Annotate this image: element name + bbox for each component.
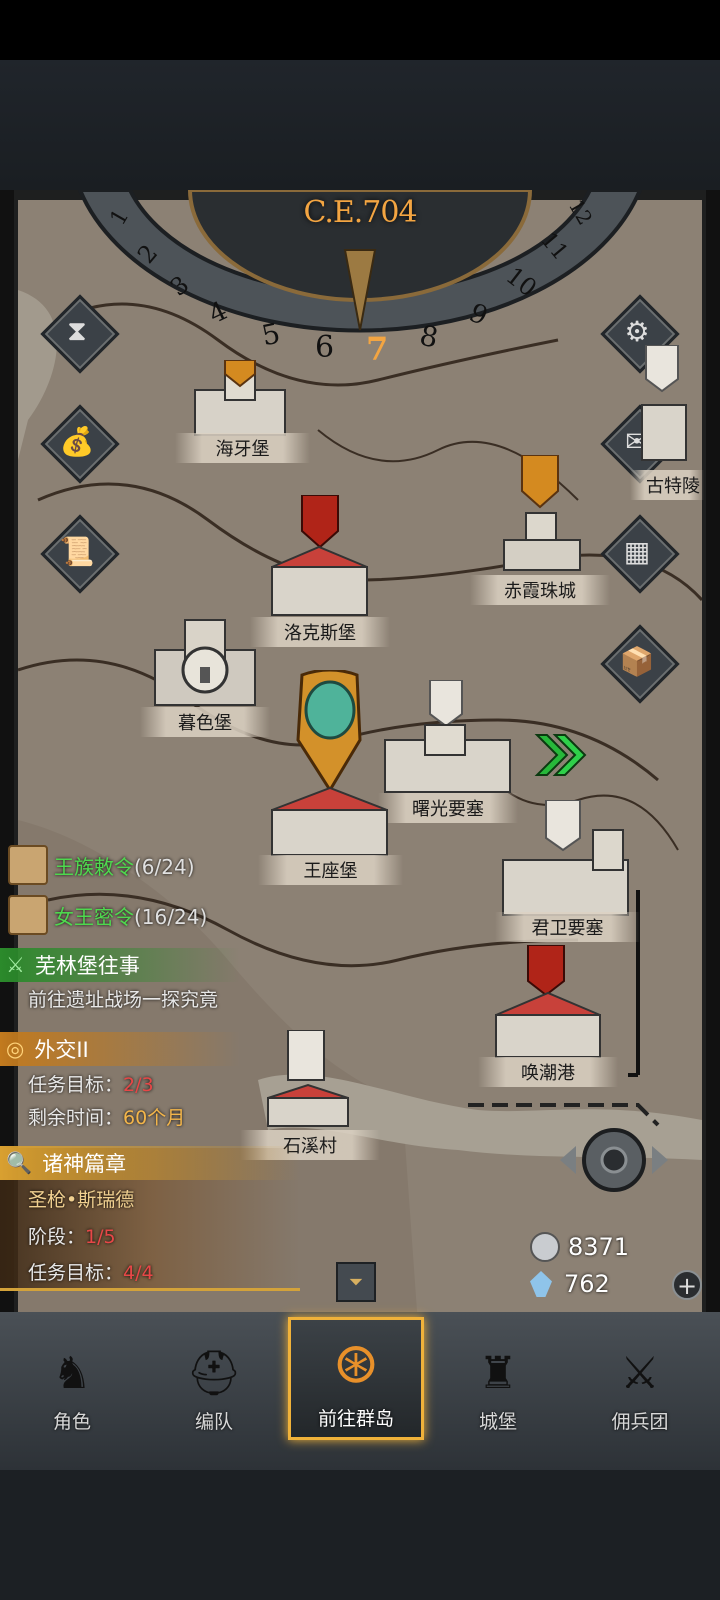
add-resource-button[interactable]: +: [672, 1270, 702, 1300]
location-label-huanchao[interactable]: 唤潮港: [478, 1057, 618, 1087]
castle-chixia[interactable]: [498, 455, 588, 575]
tab-character[interactable]: ♞ 角色: [4, 1317, 140, 1440]
bottom-nav-band: [0, 1470, 720, 1600]
castle-luokesi[interactable]: [262, 495, 377, 620]
hourglass-icon: ⧗: [67, 314, 87, 347]
knight-icon: ♞: [52, 1348, 92, 1399]
supplies-button[interactable]: 📦: [600, 624, 680, 704]
grid-button[interactable]: ▦: [600, 514, 680, 594]
quest-royal-decree[interactable]: 王族敕令(6/24): [0, 845, 195, 885]
crossed-swords-icon: ⚔: [6, 953, 25, 977]
castle-gute[interactable]: [638, 345, 688, 465]
castle-icon: ♜: [478, 1348, 518, 1399]
chevron-down-icon: ⏷: [348, 1271, 364, 1293]
era-year: C.E.704: [303, 195, 417, 230]
sword-banner-icon: ⚔: [620, 1348, 660, 1399]
task-gods-hero: 圣枪•斯瑞德: [28, 1189, 135, 1211]
castle-wangzuo[interactable]: [262, 670, 397, 860]
grid-icon: ▦: [623, 534, 651, 568]
quest-title: 女王密令(16/24): [54, 904, 208, 929]
silver-coin-icon: [530, 1232, 560, 1262]
target-icon: ◎: [6, 1037, 25, 1061]
quest-title: 王族敕令(6/24): [54, 854, 195, 879]
header-band: [0, 60, 720, 190]
tab-islands[interactable]: ⊛ 前往群岛: [288, 1317, 424, 1440]
month-7-current: 7: [366, 330, 389, 368]
task-diplomacy-time: 剩余时间：60个月: [28, 1107, 186, 1129]
tab-label: 城堡: [478, 1411, 517, 1433]
hourglass-button[interactable]: ⧗: [40, 294, 120, 374]
location-label-luokesi[interactable]: 洛克斯堡: [250, 617, 390, 647]
quest-queen-secret[interactable]: 女王密令(16/24): [0, 895, 207, 935]
task-gods-header[interactable]: 🔍 诸神篇章: [0, 1146, 300, 1180]
location-label-wangzuo[interactable]: 王座堡: [258, 855, 403, 885]
money-bag-icon: 💰: [59, 424, 95, 458]
castle-junwei[interactable]: [498, 800, 633, 920]
task-gods-goal: 任务目标：4/4: [28, 1262, 154, 1284]
supplies-icon: 📦: [619, 644, 655, 678]
location-label-muse[interactable]: 暮色堡: [140, 707, 270, 737]
task-story-title: 芜林堡往事: [34, 954, 140, 978]
compass-map-icon: ⊛: [332, 1331, 380, 1396]
tab-label: 佣兵团: [611, 1411, 669, 1433]
castle-muse-locked[interactable]: [150, 615, 260, 710]
scroll-button[interactable]: 📜: [40, 514, 120, 594]
tab-label: 前往群岛: [317, 1408, 394, 1430]
castle-huanchao[interactable]: [488, 945, 608, 1060]
green-chevron-icon[interactable]: [533, 730, 589, 780]
helmet-icon: ⛑: [186, 1348, 242, 1399]
task-gods-stage: 阶段：1/5: [28, 1226, 116, 1248]
collapse-button[interactable]: ⏷: [336, 1262, 376, 1302]
scroll-icon: [8, 895, 48, 935]
magnifier-icon: 🔍: [6, 1150, 33, 1175]
tab-mercenary[interactable]: ⚔ 佣兵团: [572, 1317, 708, 1440]
crystal-resource: 762: [530, 1270, 610, 1298]
castle-haiya[interactable]: [185, 360, 295, 440]
crystal-amount: 762: [564, 1270, 610, 1298]
castle-shixi[interactable]: [258, 1030, 358, 1130]
location-label-gute[interactable]: 古特陵: [630, 470, 704, 500]
task-gods-title: 诸神篇章: [42, 1152, 127, 1176]
task-diplomacy-goal: 任务目标：2/3: [28, 1074, 154, 1096]
silver-resource: 8371: [530, 1232, 629, 1262]
silver-amount: 8371: [568, 1233, 630, 1261]
month-6: 6: [315, 330, 335, 365]
money-bag-button[interactable]: 💰: [40, 404, 120, 484]
tab-formation[interactable]: ⛑ 编队: [146, 1317, 282, 1440]
tab-label: 编队: [194, 1411, 233, 1433]
tab-label: 角色: [52, 1411, 91, 1433]
location-label-junwei[interactable]: 君卫要塞: [495, 912, 640, 942]
task-diplomacy-header[interactable]: ◎ 外交II: [0, 1032, 240, 1066]
task-story-header[interactable]: ⚔ 芜林堡往事: [0, 948, 240, 982]
tab-castle[interactable]: ♜ 城堡: [430, 1317, 566, 1440]
crystal-icon: [530, 1271, 552, 1297]
location-label-haiya[interactable]: 海牙堡: [175, 433, 310, 463]
task-diplomacy-title: 外交II: [34, 1038, 89, 1062]
compass-control[interactable]: [556, 1120, 672, 1200]
castle-shuguang[interactable]: [380, 680, 515, 795]
scroll-icon: 📜: [59, 534, 95, 568]
location-label-chixia[interactable]: 赤霞珠城: [470, 575, 610, 605]
location-label-shuguang[interactable]: 曙光要塞: [378, 793, 518, 823]
scroll-icon: [8, 845, 48, 885]
status-bar: [0, 0, 720, 60]
task-story-desc: 前往遗址战场一探究竟: [28, 989, 219, 1011]
